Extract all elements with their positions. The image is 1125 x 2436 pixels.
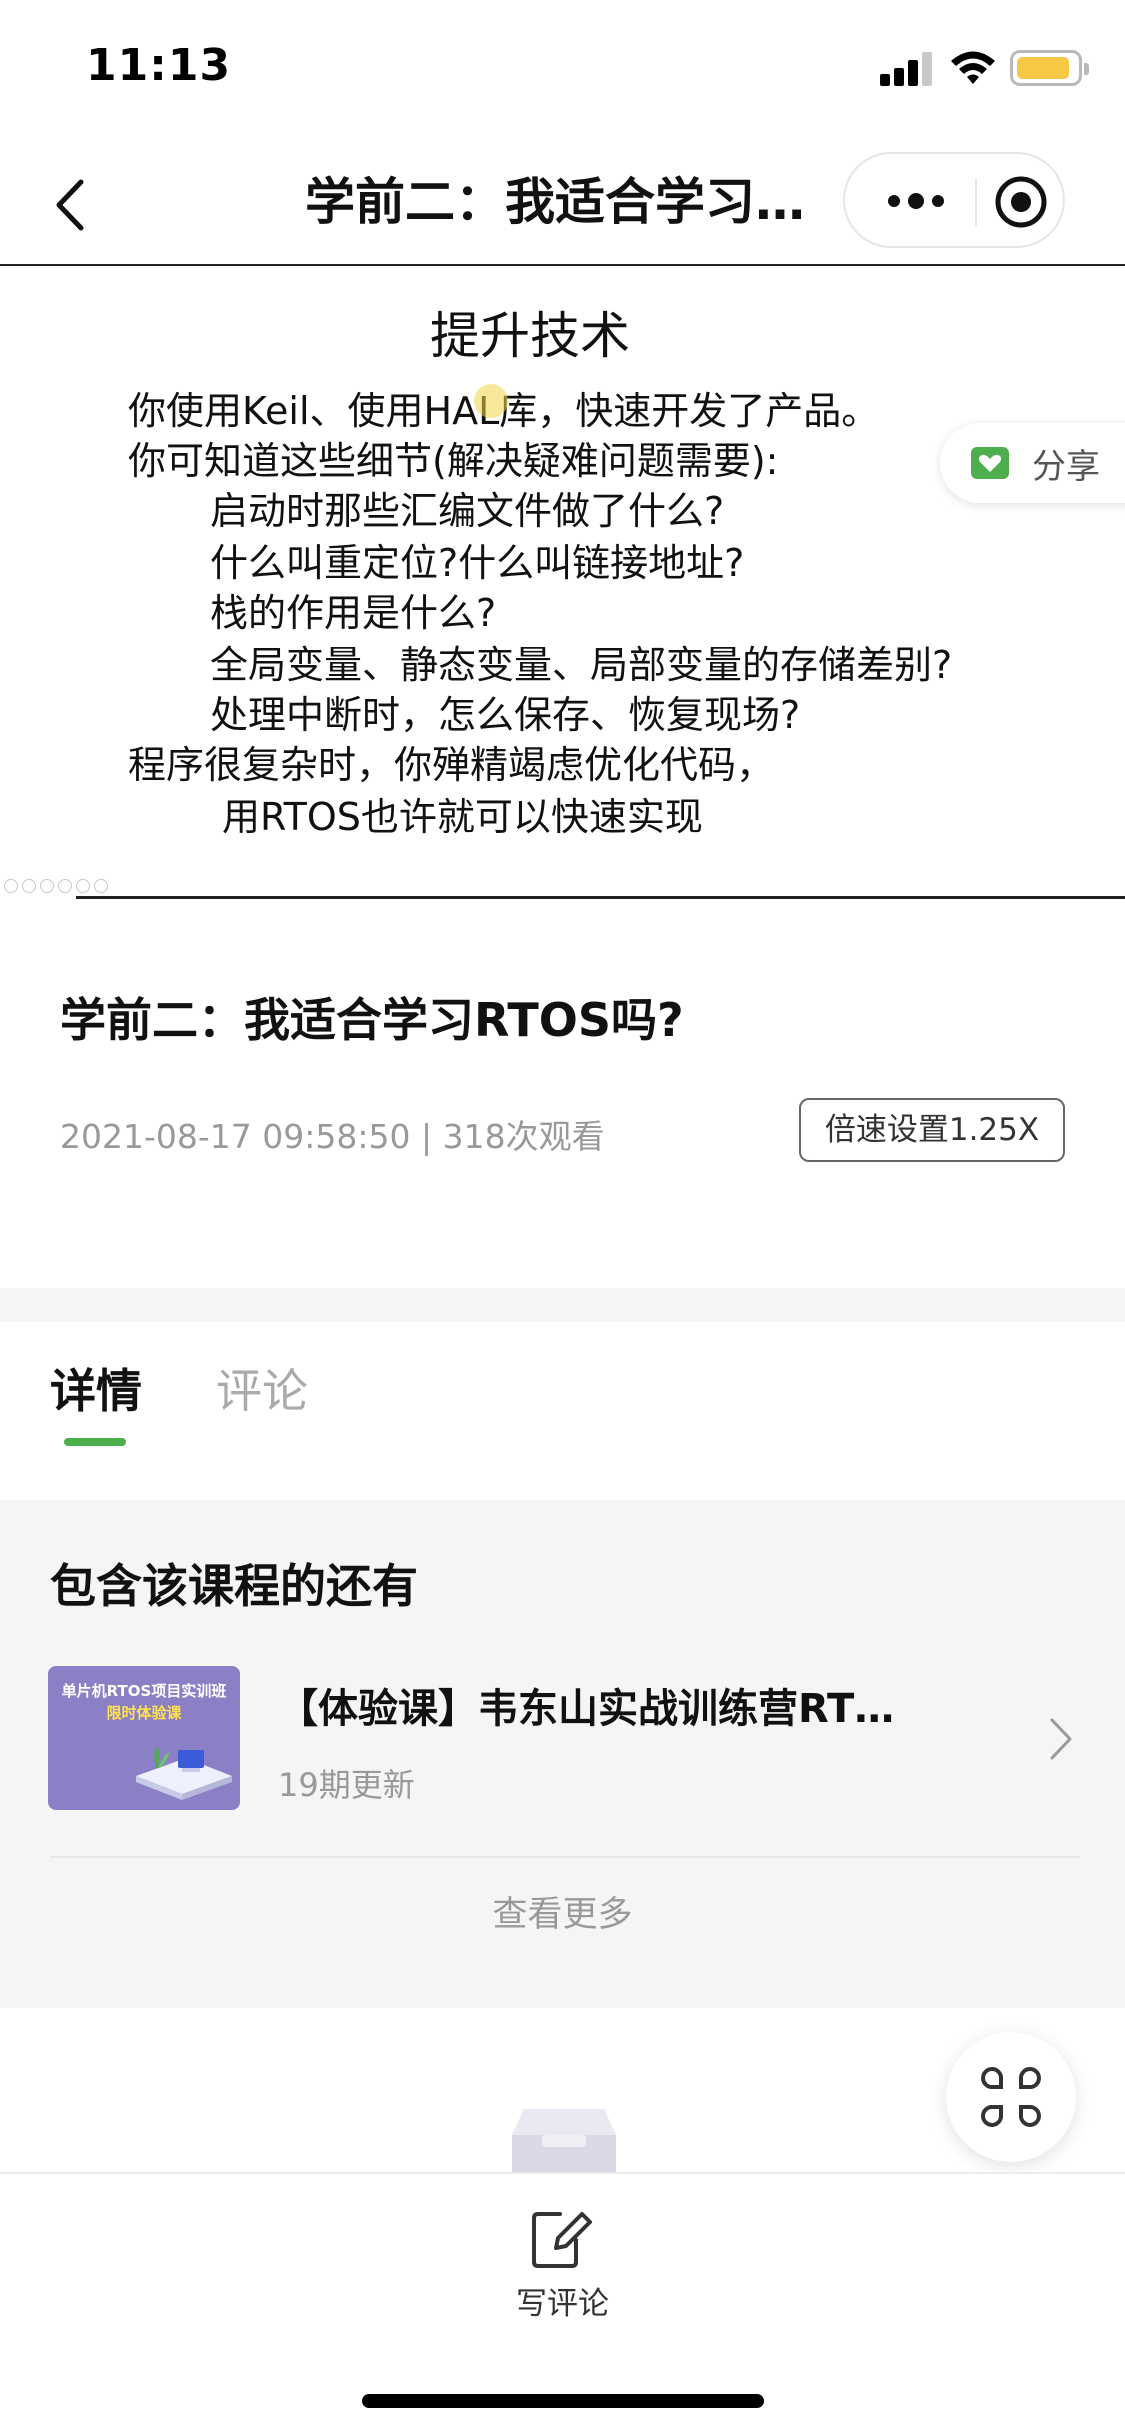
video-meta: 2021-08-17 09:58:50 | 318次观看 [60, 1117, 605, 1156]
course-title: 【体验课】韦东山实战训练营RTOS项目实训班 [278, 1686, 918, 1732]
share-label: 分享 [1032, 447, 1100, 487]
empty-inbox-icon [512, 2109, 616, 2175]
section-divider [0, 1288, 1125, 1322]
related-courses-section: 包含该课程的还有 单片机RTOS项目实训班 限时体验课 【体验课】韦东山实战训练… [0, 1500, 1125, 2008]
slide-line: 程序很复杂时，你殚精竭虑优化代码， [128, 743, 775, 787]
share-icon [971, 447, 1009, 479]
capsule-divider [975, 178, 977, 226]
desk-illustration-icon [136, 1746, 232, 1800]
chevron-right-icon [1050, 1718, 1072, 1760]
status-time: 11:13 [86, 40, 232, 91]
view-more-link[interactable]: 查看更多 [0, 1886, 1125, 1937]
edit-icon [532, 2212, 592, 2268]
slide-line: 栈的作用是什么? [210, 591, 497, 635]
page-title: 学前二：我适合学习RTOS吗? [305, 173, 825, 231]
command-icon [981, 2067, 1041, 2127]
floating-menu-button[interactable] [946, 2032, 1076, 2162]
write-comment-label: 写评论 [516, 2286, 609, 2322]
tab-comments[interactable]: 评论 [216, 1355, 308, 1421]
playback-speed-button[interactable]: 倍速设置1.25X [799, 1098, 1065, 1162]
back-button[interactable] [40, 170, 100, 240]
signal-icon [880, 52, 934, 86]
slide-toolbar [4, 878, 134, 898]
related-heading: 包含该课程的还有 [50, 1559, 418, 1613]
course-thumbnail: 单片机RTOS项目实训班 限时体验课 [48, 1666, 240, 1810]
wifi-icon [951, 51, 995, 84]
status-bar: 11:13 [0, 0, 1125, 140]
slide-line: 用RTOS也许就可以快速实现 [222, 795, 703, 839]
battery-icon [1010, 50, 1089, 86]
home-indicator [362, 2394, 764, 2408]
slide-line: 全局变量、静态变量、局部变量的存储差别? [210, 643, 953, 687]
video-title: 学前二：我适合学习RTOS吗? [60, 993, 684, 1047]
slide-divider [76, 896, 1125, 899]
more-dots-icon [888, 193, 944, 209]
more-button[interactable] [881, 176, 951, 226]
pointer-highlight [474, 384, 508, 418]
course-update-count: 19期更新 [278, 1766, 415, 1804]
share-button[interactable]: 分享 [940, 423, 1125, 503]
target-icon[interactable] [993, 174, 1049, 230]
nav-bar: 学前二：我适合学习RTOS吗? [0, 140, 1125, 266]
chevron-left-icon [56, 179, 84, 231]
slide-line: 处理中断时，怎么保存、恢复现场? [210, 693, 801, 737]
video-slide[interactable]: 提升技术 你使用Keil、使用HAL库，快速开发了产品。 你可知道这些细节(解决… [0, 266, 1125, 900]
slide-line: 你可知道这些细节(解决疑难问题需要): [128, 439, 779, 483]
thumbnail-title: 单片机RTOS项目实训班 [61, 1682, 227, 1700]
tab-details[interactable]: 详情 [50, 1355, 142, 1421]
course-list-item[interactable]: 单片机RTOS项目实训班 限时体验课 【体验课】韦东山实战训练营RTOS项目实训… [48, 1664, 1078, 1814]
mini-program-capsule [843, 152, 1065, 248]
divider [50, 1856, 1080, 1858]
tab-active-indicator [64, 1438, 126, 1446]
thumbnail-subtitle: 限时体验课 [106, 1704, 182, 1722]
slide-line: 什么叫重定位?什么叫链接地址? [210, 541, 745, 585]
slide-line: 启动时那些汇编文件做了什么? [210, 489, 725, 533]
slide-title: 提升技术 [430, 307, 630, 365]
